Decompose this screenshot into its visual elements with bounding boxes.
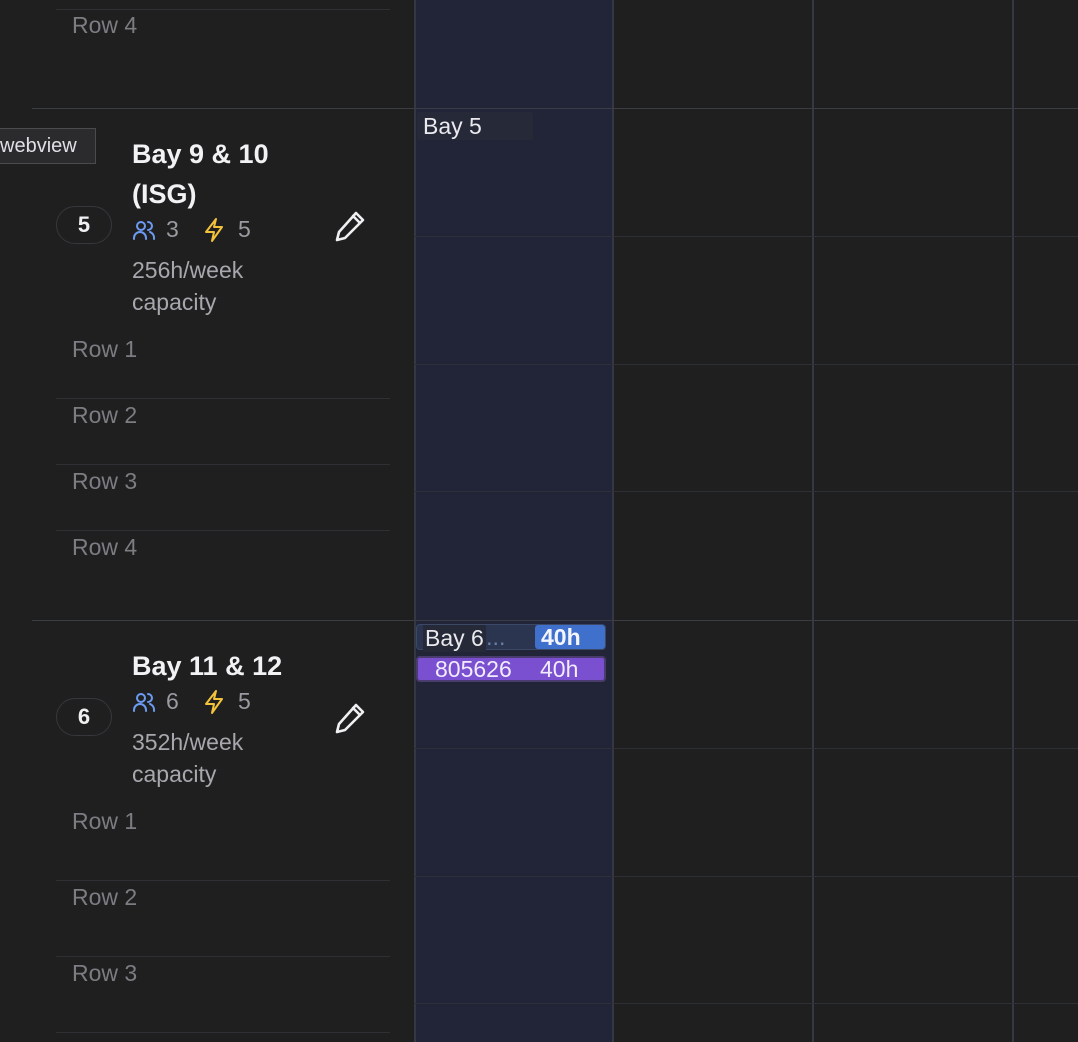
energy-stat: 5 <box>202 688 251 715</box>
grid-row-divider <box>414 236 1078 237</box>
job-hours: 40h <box>540 655 579 682</box>
lightning-icon <box>202 217 226 243</box>
capacity-value: 352h/week <box>132 729 244 755</box>
grid-column-divider <box>812 0 814 1042</box>
row-divider <box>56 880 390 881</box>
people-icon <box>132 218 156 242</box>
row-divider <box>56 530 390 531</box>
capacity-text: 352h/week capacity <box>132 726 243 790</box>
row-label: Row 2 <box>72 884 138 910</box>
energy-stat: 5 <box>202 216 251 243</box>
row-label: Row 3 <box>72 960 138 986</box>
row-label: Row 1 <box>72 808 138 834</box>
webview-tooltip: webview <box>0 128 96 164</box>
current-week-column <box>414 0 613 1042</box>
row-divider <box>56 9 390 10</box>
bay-label: Bay 5 <box>423 113 482 139</box>
row-label: Row 1 <box>72 336 138 362</box>
bay-label: Bay 6 <box>423 625 486 652</box>
job-id: 805626 <box>435 655 512 682</box>
row-label: Row 4 <box>72 534 138 560</box>
grid-column-divider <box>612 0 614 1042</box>
section-divider <box>32 108 1078 109</box>
row-divider <box>56 1032 390 1033</box>
bay-title-line: Bay 11 & 12 <box>132 651 283 681</box>
grid-column-divider <box>414 0 416 1042</box>
job-hours: 40h <box>541 623 581 650</box>
row-label: Row 3 <box>72 468 138 494</box>
row-label: Row 2 <box>72 402 138 428</box>
capacity-unit: capacity <box>132 289 217 315</box>
bay-title-line: Bay 9 & 10 <box>132 139 269 169</box>
grid-row-divider <box>414 364 1078 365</box>
energy-count: 5 <box>238 688 251 714</box>
capacity-value: 256h/week <box>132 257 244 283</box>
section-divider <box>32 620 1078 621</box>
bay-title: Bay 9 & 10 (ISG) <box>132 134 269 214</box>
people-count: 6 <box>166 688 179 714</box>
grid-column-divider <box>1012 0 1014 1042</box>
bay-number-badge: 5 <box>56 206 112 244</box>
people-count: 3 <box>166 216 179 242</box>
pencil-icon <box>332 211 368 248</box>
people-icon <box>132 690 156 714</box>
lightning-icon <box>202 689 226 715</box>
bay-number-badge: 6 <box>56 698 112 736</box>
row-divider <box>56 464 390 465</box>
people-stat: 6 <box>132 688 179 715</box>
grid-row-divider <box>414 876 1078 877</box>
grid-row-divider <box>414 748 1078 749</box>
row-divider <box>56 398 390 399</box>
bay-title: Bay 11 & 12 <box>132 646 282 686</box>
job-chip[interactable]: 805626 40h <box>416 656 606 682</box>
edit-bay-button[interactable] <box>332 208 368 244</box>
row-divider <box>56 956 390 957</box>
edit-bay-button[interactable] <box>332 700 368 736</box>
grid-row-divider <box>414 491 1078 492</box>
bay-title-line: (ISG) <box>132 179 197 209</box>
capacity-unit: capacity <box>132 761 217 787</box>
grid-row-divider <box>414 1003 1078 1004</box>
pencil-icon <box>332 703 368 740</box>
energy-count: 5 <box>238 216 251 242</box>
row-label: Row 4 <box>72 12 138 38</box>
capacity-text: 256h/week capacity <box>132 254 243 318</box>
people-stat: 3 <box>132 216 179 243</box>
